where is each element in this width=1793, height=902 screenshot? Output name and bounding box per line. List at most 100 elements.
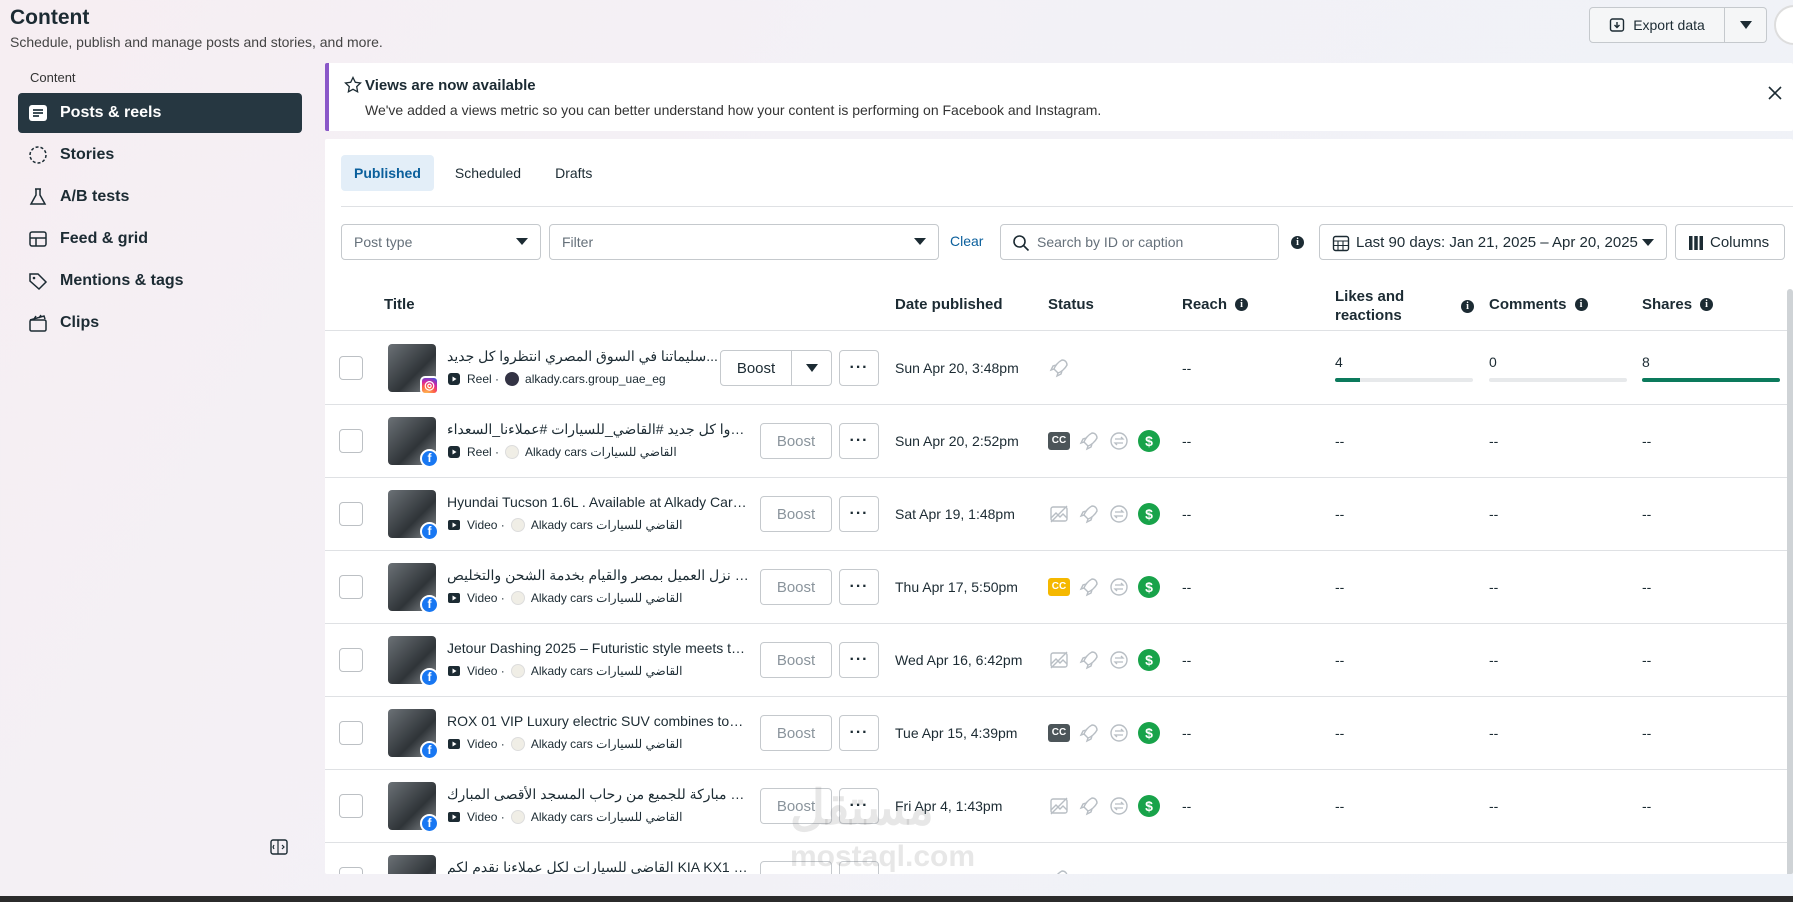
export-label: Export data xyxy=(1633,17,1705,33)
column-likes-reactions[interactable]: Likes and reactions xyxy=(1335,287,1455,325)
more-options-button[interactable]: ··· xyxy=(839,350,879,386)
facebook-icon: f xyxy=(420,741,439,760)
post-title[interactable]: ROX 01 VIP Luxury electric SUV combines … xyxy=(447,713,749,729)
sidebar-item-label: Mentions & tags xyxy=(60,272,184,289)
row-checkbox[interactable] xyxy=(339,648,363,672)
column-status[interactable]: Status xyxy=(1048,296,1094,313)
filter-select[interactable]: Filter xyxy=(549,224,939,260)
table-row[interactable]: f ROX 01 VIP Luxury electric SUV combine… xyxy=(325,697,1793,770)
post-title[interactable]: سليماتنا في السوق المصري انتظروا كل جديد… xyxy=(447,348,749,365)
columns-button[interactable]: Columns xyxy=(1675,224,1785,260)
more-options-button[interactable]: ··· xyxy=(839,496,879,532)
info-icon[interactable]: i xyxy=(1461,300,1474,313)
filter-bar: Post type Filter Clear Search by ID or c… xyxy=(341,224,1793,260)
more-options-button[interactable]: ··· xyxy=(839,715,879,751)
row-checkbox[interactable] xyxy=(339,867,363,874)
shares-value: -- xyxy=(1642,798,1652,814)
rocket-icon xyxy=(1079,651,1098,670)
column-comments[interactable]: Comments i xyxy=(1489,296,1588,313)
boost-options-button[interactable] xyxy=(792,350,832,386)
row-checkbox[interactable] xyxy=(339,575,363,599)
facebook-icon: f xyxy=(420,449,439,468)
post-thumbnail[interactable] xyxy=(388,855,436,874)
post-title[interactable]: Hyundai Tucson 1.6L . Available at Alkad… xyxy=(447,494,749,510)
instagram-icon: ◎ xyxy=(420,376,439,395)
table-row[interactable]: f القاضي للسيارات لكل عملاءنا نقدم لكم K… xyxy=(325,843,1793,874)
sidebar-item-stories[interactable]: Stories xyxy=(18,135,302,175)
sidebar-item-clips[interactable]: Clips xyxy=(18,303,302,343)
boost-button[interactable]: Boost xyxy=(760,569,832,605)
column-reach[interactable]: Reach i xyxy=(1182,296,1249,313)
caret-down-icon xyxy=(914,238,926,245)
boost-button[interactable]: Boost xyxy=(760,642,832,678)
search-input[interactable]: Search by ID or caption xyxy=(1000,224,1279,260)
table-row[interactable]: f عة مباركة للجميع من رحاب المسجد الأقصى… xyxy=(325,770,1793,843)
scrollbar[interactable] xyxy=(1787,289,1793,874)
column-shares[interactable]: Shares i xyxy=(1642,296,1714,313)
boost-button[interactable]: Boost xyxy=(760,496,832,532)
row-checkbox[interactable] xyxy=(339,502,363,526)
captions-icon: CC xyxy=(1048,578,1070,596)
table-row[interactable]: f نزل العميل بمصر والقيام بخدمة الشحن وا… xyxy=(325,551,1793,624)
post-meta: Reel · alkady.cars.group_uae_eg xyxy=(447,372,666,386)
table-row[interactable]: ◎ سليماتنا في السوق المصري انتظروا كل جد… xyxy=(325,332,1793,405)
collapse-sidebar-icon[interactable] xyxy=(270,838,288,856)
sidebar-item-mentions-tags[interactable]: Mentions & tags xyxy=(18,261,302,301)
post-title[interactable]: نتظروا كل جديد #القاضي_للسيارات #عملاءنا… xyxy=(447,421,749,438)
more-options-button[interactable]: ··· xyxy=(839,642,879,678)
row-checkbox[interactable] xyxy=(339,429,363,453)
sidebar-item-ab-tests[interactable]: A/B tests xyxy=(18,177,302,217)
tab-scheduled[interactable]: Scheduled xyxy=(442,155,534,191)
likes-value: -- xyxy=(1335,506,1345,522)
clear-filters-link[interactable]: Clear xyxy=(950,233,983,249)
export-data-button[interactable]: Export data xyxy=(1589,7,1725,43)
more-options-button[interactable]: ··· xyxy=(839,423,879,459)
table-row[interactable]: f Hyundai Tucson 1.6L . Available at Alk… xyxy=(325,478,1793,551)
account-avatar xyxy=(510,810,525,824)
reach-value: -- xyxy=(1182,652,1192,668)
info-icon[interactable]: i xyxy=(1574,298,1588,311)
post-title[interactable]: القاضي للسيارات لكل عملاءنا نقدم لكم KIA… xyxy=(447,859,749,874)
post-type-select[interactable]: Post type xyxy=(341,224,541,260)
sidebar-item-feed-grid[interactable]: Feed & grid xyxy=(18,219,302,259)
video-icon xyxy=(448,739,460,749)
columns-icon xyxy=(1689,236,1703,250)
post-title[interactable]: عة مباركة للجميع من رحاب المسجد الأقصى ا… xyxy=(447,786,749,803)
captions-icon: CC xyxy=(1048,724,1070,742)
column-date-published[interactable]: Date published xyxy=(895,296,1003,313)
info-icon[interactable]: i xyxy=(1700,298,1714,311)
table-row[interactable]: f Jetour Dashing 2025 – Futuristic style… xyxy=(325,624,1793,697)
boost-button[interactable]: Boost xyxy=(720,350,792,386)
post-meta: Video · Alkady cars القاضي للسيارات xyxy=(447,664,682,678)
boost-button[interactable]: Boost xyxy=(760,423,832,459)
post-title[interactable]: نزل العميل بمصر والقيام بخدمة الشحن والت… xyxy=(447,567,749,584)
column-title[interactable]: Title xyxy=(384,296,415,313)
info-icon[interactable]: i xyxy=(1235,298,1249,311)
sidebar-item-posts-reels[interactable]: Posts & reels xyxy=(18,93,302,133)
table-row[interactable]: f نتظروا كل جديد #القاضي_للسيارات #عملاء… xyxy=(325,405,1793,478)
more-options-button[interactable]: ··· xyxy=(839,569,879,605)
row-checkbox[interactable] xyxy=(339,794,363,818)
reach-value: -- xyxy=(1182,360,1192,376)
post-title[interactable]: Jetour Dashing 2025 – Futuristic style m… xyxy=(447,640,749,656)
row-checkbox[interactable] xyxy=(339,356,363,380)
post-meta: Video · Alkady cars القاضي للسيارات xyxy=(447,810,682,824)
video-icon xyxy=(448,593,460,603)
date-range-picker[interactable]: Last 90 days: Jan 21, 2025 – Apr 20, 202… xyxy=(1319,224,1667,260)
shares-value: -- xyxy=(1642,652,1652,668)
boost-button[interactable]: Boost xyxy=(760,715,832,751)
export-options-button[interactable] xyxy=(1725,7,1767,43)
ellipsis-icon: ··· xyxy=(849,724,869,741)
tab-published[interactable]: Published xyxy=(341,155,434,191)
tab-drafts[interactable]: Drafts xyxy=(542,155,605,191)
boost-group: Boost xyxy=(720,350,832,386)
info-icon[interactable]: i xyxy=(1291,236,1304,249)
shares-value: -- xyxy=(1642,433,1652,449)
row-checkbox[interactable] xyxy=(339,721,363,745)
page-subtitle: Schedule, publish and manage posts and s… xyxy=(10,34,383,50)
close-icon[interactable] xyxy=(1767,85,1783,101)
status-tabs: Published Scheduled Drafts xyxy=(341,155,605,191)
post-type-label: Post type xyxy=(354,234,413,250)
video-icon xyxy=(448,520,460,530)
avatar[interactable] xyxy=(1774,5,1793,45)
